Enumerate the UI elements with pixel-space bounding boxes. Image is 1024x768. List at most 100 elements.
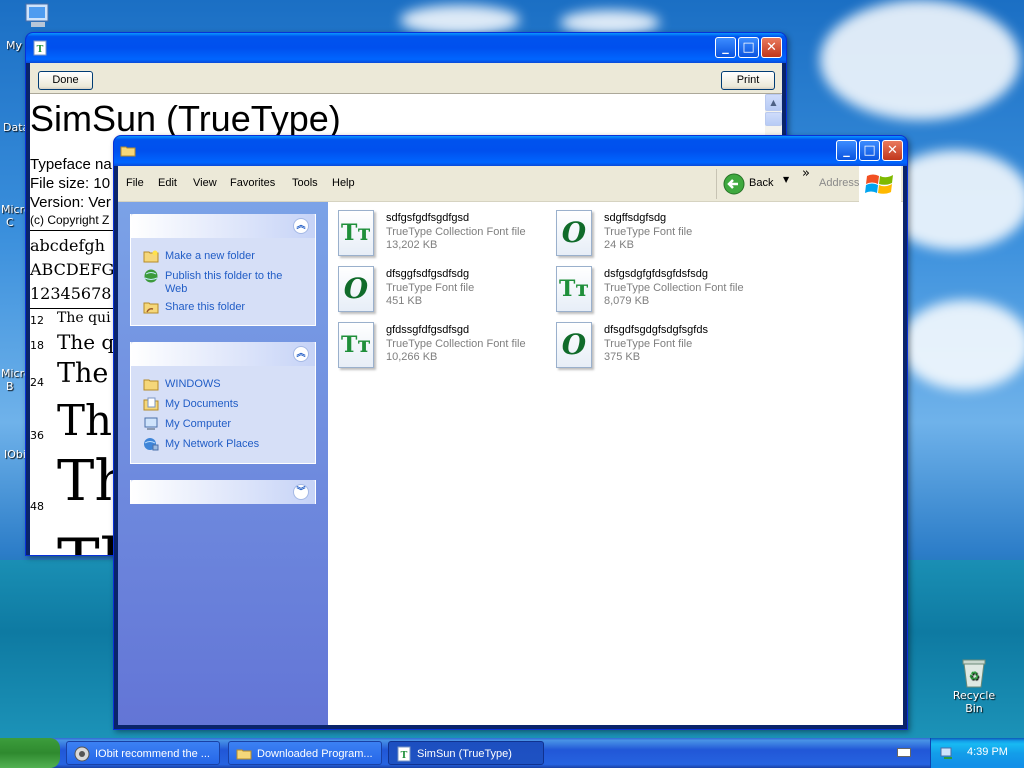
font-title: SimSun (TrueType) [30, 98, 341, 139]
font-file-icon: T [397, 746, 411, 762]
keyboard-icon[interactable] [897, 748, 911, 757]
desktop-label-c[interactable]: C [6, 216, 14, 229]
share-folder-link[interactable]: Share this folder [143, 300, 245, 314]
sample-text: The qui [57, 310, 111, 326]
file-item[interactable]: Tт dsfgsdgfgfdsgfdsfsdg TrueType Collect… [556, 266, 766, 318]
scroll-thumb[interactable] [765, 112, 782, 126]
recycle-bin-label: Recycle Bin [952, 689, 996, 715]
globe-icon [144, 269, 158, 283]
menu-edit[interactable]: Edit [158, 177, 177, 189]
make-new-folder-link[interactable]: Make a new folder [143, 249, 255, 263]
font-info-typeface: Typeface na [30, 156, 112, 173]
opentype-font-icon: O [338, 266, 374, 312]
back-dropdown-icon[interactable]: ▼ [783, 175, 789, 184]
file-item[interactable]: O dfsggfsdfgsdfsdg TrueType Font file 45… [338, 266, 548, 318]
my-computer-desktop-icon[interactable] [22, 2, 54, 32]
minimize-button[interactable]: _ [715, 37, 736, 58]
truetype-collection-icon: Tт [556, 266, 592, 312]
menu-favorites[interactable]: Favorites [230, 177, 275, 189]
place-my-documents-link[interactable]: My Documents [143, 397, 238, 411]
folder-tasks-header[interactable]: ︽ [131, 214, 315, 238]
taskbar-button-downloaded[interactable]: Downloaded Program... [228, 741, 382, 765]
computer-icon [25, 3, 49, 27]
maximize-button[interactable]: □ [738, 37, 759, 58]
task-pane: ︽ Make a new folder Publish this folder … [118, 202, 328, 725]
sample-text: The q [57, 330, 115, 354]
taskbar-button-iobit[interactable]: IObit recommend the ... [66, 741, 220, 765]
file-item[interactable]: O sdgffsdgfsdg TrueType Font file 24 KB [556, 210, 766, 262]
place-my-computer-link[interactable]: My Computer [143, 417, 231, 431]
sample-lowercase: abcdefgh [30, 236, 105, 255]
recycle-bin-desktop-icon[interactable]: ♻ Recycle Bin [944, 655, 1004, 715]
toolbar-chevron-icon[interactable]: » [802, 166, 810, 181]
file-item[interactable]: O dfsgdfsgdgfsdgfsgfds TrueType Font fil… [556, 322, 766, 374]
other-places-header[interactable]: ︽ [131, 342, 315, 366]
opentype-font-icon: O [556, 210, 592, 256]
font-viewer-toolbar: Done Print [30, 63, 782, 94]
back-button[interactable]: Back ▼ [716, 169, 796, 199]
sample-size-label: 12 [30, 314, 44, 327]
start-button[interactable] [0, 738, 60, 768]
network-places-icon [144, 438, 159, 451]
clock[interactable]: 4:39 PM [967, 746, 1008, 758]
sample-digits: 12345678 [30, 284, 112, 303]
back-arrow-icon [723, 173, 745, 195]
place-network-link[interactable]: My Network Places [143, 437, 259, 451]
my-computer-icon [144, 417, 158, 430]
menu-file[interactable]: File [126, 177, 144, 189]
font-info-copyright: (c) Copyright Z [30, 213, 110, 227]
collapse-icon[interactable]: ︽ [293, 346, 309, 362]
back-label: Back [749, 177, 774, 189]
svg-text:♻: ♻ [969, 669, 980, 683]
network-tray-icon[interactable] [939, 745, 955, 761]
menu-help[interactable]: Help [332, 177, 355, 189]
file-item[interactable]: Tт sdfgsfgdfsgdfgsd TrueType Collection … [338, 210, 548, 262]
close-button[interactable]: ✕ [761, 37, 782, 58]
desktop-label-my[interactable]: My [6, 39, 22, 52]
minimize-button[interactable]: _ [836, 140, 857, 161]
new-folder-icon [143, 250, 159, 263]
truetype-collection-icon: Tт [338, 322, 374, 368]
menu-view[interactable]: View [193, 177, 217, 189]
sample-text: The [57, 358, 109, 389]
my-documents-icon [143, 397, 159, 411]
folder-icon [143, 379, 159, 391]
svg-text:T: T [37, 45, 44, 55]
menu-tools[interactable]: Tools [292, 177, 318, 189]
sample-size-label: 24 [30, 376, 44, 389]
opentype-font-icon: O [556, 322, 592, 368]
explorer-window[interactable]: _ □ ✕ File Edit View Favorites Tools Hel… [113, 135, 908, 730]
desktop-label-b[interactable]: B [6, 380, 14, 393]
sample-size-label: 48 [30, 500, 44, 513]
details-header[interactable]: ︾ [131, 480, 315, 504]
other-places-box: ︽ WINDOWS My Documents My Computer My Ne… [130, 342, 316, 464]
close-button[interactable]: ✕ [882, 140, 903, 161]
scroll-up-button[interactable]: ▲ [765, 94, 782, 111]
explorer-titlebar[interactable]: _ □ ✕ [114, 136, 907, 166]
share-folder-icon [143, 302, 159, 314]
sample-size-label: 36 [30, 429, 44, 442]
folder-tasks-box: ︽ Make a new folder Publish this folder … [130, 214, 316, 326]
address-label[interactable]: Address [819, 177, 859, 189]
sample-size-label: 18 [30, 339, 44, 352]
print-button[interactable]: Print [721, 71, 775, 90]
file-list: Tт sdfgsfgdfsgdfgsd TrueType Collection … [328, 202, 903, 725]
maximize-button[interactable]: □ [859, 140, 880, 161]
done-button[interactable]: Done [38, 71, 93, 90]
place-windows-link[interactable]: WINDOWS [143, 377, 221, 391]
font-file-icon: T [33, 40, 47, 56]
menu-bar: File Edit View Favorites Tools Help Back… [118, 166, 903, 202]
font-viewer-titlebar[interactable]: T _ □ ✕ [26, 33, 786, 63]
folder-icon [236, 749, 252, 760]
font-info-version: Version: Ver [30, 194, 111, 211]
taskbar-button-simsun[interactable]: T SimSun (TrueType) [388, 741, 544, 765]
truetype-collection-icon: Tт [338, 210, 374, 256]
file-item[interactable]: Tт gfdssgfdfgsdfsgd TrueType Collection … [338, 322, 548, 374]
iobit-icon [74, 746, 90, 762]
expand-icon[interactable]: ︾ [293, 484, 309, 500]
collapse-icon[interactable]: ︽ [293, 218, 309, 234]
publish-folder-link[interactable]: Publish this folder to the Web [143, 269, 293, 296]
taskbar: IObit recommend the ... Downloaded Progr… [0, 738, 1024, 768]
folder-icon [120, 146, 136, 157]
details-box: ︾ [130, 480, 316, 504]
